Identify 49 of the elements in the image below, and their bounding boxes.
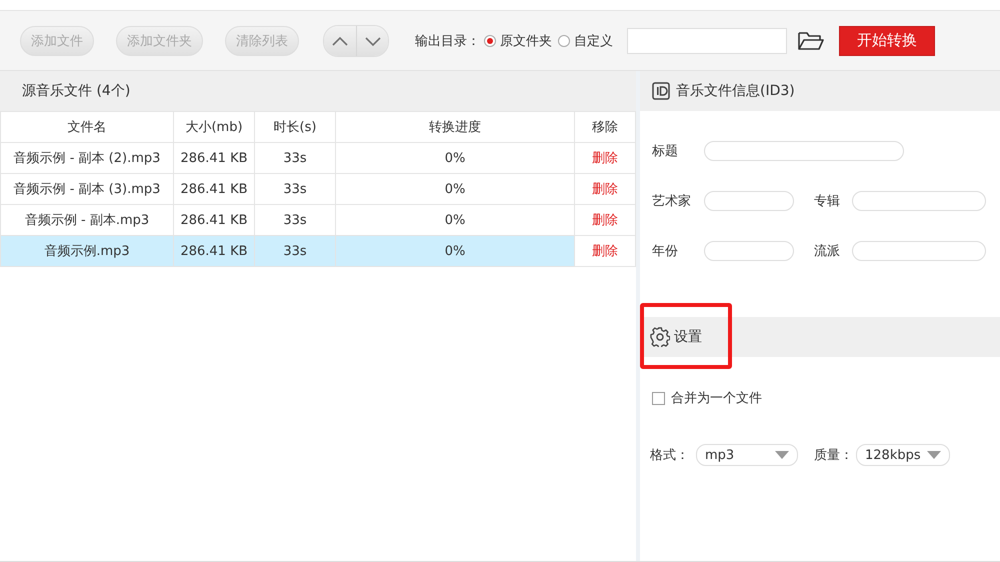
field-label: 标题 (652, 143, 679, 160)
radio-option[interactable]: 自定义 (558, 32, 613, 50)
column-header: 大小(mb) (174, 112, 254, 142)
table-cell: 33s (254, 142, 336, 174)
table-cell: 286.41 KB (174, 236, 254, 266)
field-label: 格式： (650, 447, 690, 464)
field-label: 年份 (652, 243, 679, 260)
table-cell: 33s (254, 236, 336, 266)
dropdown[interactable]: mp3 (696, 444, 798, 466)
checkbox-label: 合并为一个文件 (671, 390, 762, 407)
dropdown[interactable]: 128kbps (856, 444, 950, 466)
table-row[interactable]: 音频示例 - 副本 (2).mp3 286.41 KB 33s 0% 删除 (0, 142, 636, 174)
column-header: 时长(s) (254, 112, 336, 142)
panel-title: 音乐文件信息(ID3) (676, 82, 795, 100)
input-field[interactable] (704, 241, 794, 261)
id-icon (652, 82, 670, 100)
table-cell: 音频示例 - 副本 (3).mp3 (0, 174, 174, 204)
column-header: 转换进度 (336, 112, 574, 142)
table-row[interactable]: 音频示例.mp3 286.41 KB 33s 0% 删除 (0, 236, 636, 266)
path-field[interactable] (627, 28, 787, 54)
input-field[interactable] (852, 191, 986, 211)
field-label: 质量： (814, 447, 854, 464)
column-header: 文件名 (0, 112, 174, 142)
field-label: 流派 (814, 243, 841, 260)
settings-icon (650, 327, 670, 347)
table-row[interactable]: 音频示例 - 副本 (3).mp3 286.41 KB 33s 0% 删除 (0, 174, 636, 204)
input-field[interactable] (704, 141, 904, 161)
table-cell: 音频示例 - 副本 (2).mp3 (0, 142, 174, 174)
column-header: 移除 (574, 112, 636, 142)
table-cell: 0% (336, 236, 574, 266)
folder-icon[interactable] (797, 30, 825, 50)
start-button[interactable]: 开始转换 (839, 26, 935, 56)
table-cell: 0% (336, 174, 574, 204)
input-field[interactable] (852, 241, 986, 261)
caret-icon (775, 451, 789, 459)
panel-header: 源音乐文件 (4个) (0, 71, 636, 111)
output-label: 输出目录： (415, 32, 480, 50)
checkbox[interactable] (652, 392, 665, 404)
table-cell: 286.41 KB (174, 174, 254, 204)
field-label: 专辑 (814, 193, 841, 210)
table-cell: 音频示例.mp3 (0, 236, 174, 266)
table-cell: 33s (254, 174, 336, 204)
panel-title: 设置 (674, 328, 702, 346)
table-cell: 286.41 KB (174, 142, 254, 174)
field-label: 艺术家 (652, 193, 692, 210)
caret-icon (927, 451, 941, 459)
radio-option[interactable]: 原文件夹 (484, 32, 552, 50)
table-cell: 0% (336, 142, 574, 174)
input-field[interactable] (704, 191, 794, 211)
